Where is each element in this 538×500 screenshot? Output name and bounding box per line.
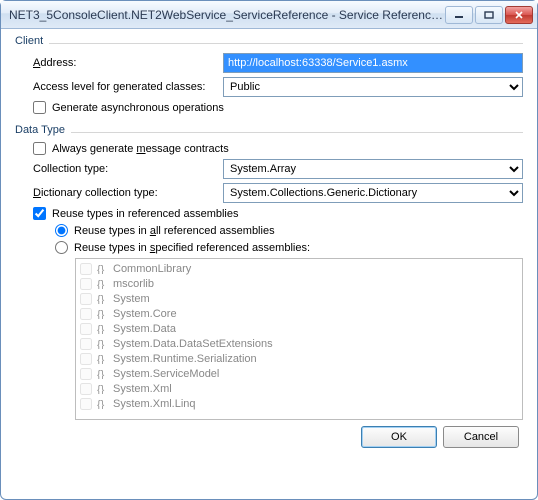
assembly-item: {} CommonLibrary: [80, 261, 518, 276]
cancel-button[interactable]: Cancel: [443, 426, 519, 448]
assembly-item: {} System: [80, 291, 518, 306]
assembly-checkbox: [80, 308, 92, 320]
collection-type-label: Collection type:: [33, 163, 223, 175]
assembly-checkbox: [80, 398, 92, 410]
assembly-item: {} System.ServiceModel: [80, 366, 518, 381]
titlebar: NET3_5ConsoleClient.NET2WebService_Servi…: [1, 1, 537, 29]
assembly-checkbox: [80, 293, 92, 305]
namespace-icon: {}: [96, 369, 110, 379]
svg-text:{}: {}: [97, 384, 105, 394]
assembly-item: {} System.Xml.Linq: [80, 396, 518, 411]
always-generate-checkbox[interactable]: [33, 142, 46, 155]
assembly-checkbox: [80, 338, 92, 350]
assembly-checkbox: [80, 353, 92, 365]
reuse-all-label: Reuse types in all referenced assemblies: [74, 225, 275, 237]
reuse-types-label: Reuse types in referenced assemblies: [52, 208, 238, 220]
assembly-item: {} System.Data.DataSetExtensions: [80, 336, 518, 351]
reuse-all-radio[interactable]: [55, 224, 68, 237]
assembly-checkbox: [80, 383, 92, 395]
async-checkbox[interactable]: [33, 101, 46, 114]
dictionary-type-select[interactable]: System.Collections.Generic.Dictionary: [223, 183, 523, 203]
namespace-icon: {}: [96, 384, 110, 394]
group-client: Client: [15, 35, 523, 49]
assembly-name: System.Data.DataSetExtensions: [113, 338, 273, 350]
svg-text:{}: {}: [97, 294, 105, 304]
assembly-item: {} System.Runtime.Serialization: [80, 351, 518, 366]
assembly-item: {} System.Xml: [80, 381, 518, 396]
svg-text:{}: {}: [97, 369, 105, 379]
svg-text:{}: {}: [97, 279, 105, 289]
assembly-name: System.Runtime.Serialization: [113, 353, 257, 365]
minimize-button[interactable]: [445, 6, 473, 24]
reuse-specified-radio[interactable]: [55, 241, 68, 254]
async-label: Generate asynchronous operations: [52, 102, 224, 114]
assembly-name: System.Core: [113, 308, 177, 320]
namespace-icon: {}: [96, 309, 110, 319]
namespace-icon: {}: [96, 264, 110, 274]
assembly-item: {} mscorlib: [80, 276, 518, 291]
reuse-types-checkbox[interactable]: [33, 207, 46, 220]
assembly-name: System.ServiceModel: [113, 368, 219, 380]
namespace-icon: {}: [96, 354, 110, 364]
svg-text:{}: {}: [97, 309, 105, 319]
group-datatype: Data Type: [15, 124, 523, 138]
assembly-name: System: [113, 293, 150, 305]
assemblies-listbox: {} CommonLibrary {} mscorlib {} System {} Syste…: [75, 258, 523, 420]
namespace-icon: {}: [96, 324, 110, 334]
close-button[interactable]: [505, 6, 533, 24]
address-input[interactable]: [223, 53, 523, 73]
assembly-item: {} System.Data: [80, 321, 518, 336]
namespace-icon: {}: [96, 339, 110, 349]
reuse-specified-label: Reuse types in specified referenced asse…: [74, 242, 310, 254]
svg-text:{}: {}: [97, 339, 105, 349]
svg-text:{}: {}: [97, 354, 105, 364]
assembly-checkbox: [80, 278, 92, 290]
assembly-name: System.Data: [113, 323, 176, 335]
svg-text:{}: {}: [97, 264, 105, 274]
assembly-checkbox: [80, 368, 92, 380]
assembly-checkbox: [80, 263, 92, 275]
ok-button[interactable]: OK: [361, 426, 437, 448]
assembly-item: {} System.Core: [80, 306, 518, 321]
window-title: NET3_5ConsoleClient.NET2WebService_Servi…: [9, 8, 443, 22]
dictionary-type-label: Dictionary collection type:: [33, 187, 223, 199]
access-level-label: Access level for generated classes:: [33, 81, 223, 93]
namespace-icon: {}: [96, 399, 110, 409]
access-level-select[interactable]: Public: [223, 77, 523, 97]
svg-text:{}: {}: [97, 399, 105, 409]
namespace-icon: {}: [96, 294, 110, 304]
assembly-checkbox: [80, 323, 92, 335]
assembly-name: mscorlib: [113, 278, 154, 290]
address-label: Address:: [33, 57, 223, 69]
always-generate-label: Always generate message contracts: [52, 143, 229, 155]
namespace-icon: {}: [96, 279, 110, 289]
maximize-button[interactable]: [475, 6, 503, 24]
assembly-name: System.Xml: [113, 383, 172, 395]
svg-text:{}: {}: [97, 324, 105, 334]
assembly-name: System.Xml.Linq: [113, 398, 196, 410]
collection-type-select[interactable]: System.Array: [223, 159, 523, 179]
assembly-name: CommonLibrary: [113, 263, 191, 275]
